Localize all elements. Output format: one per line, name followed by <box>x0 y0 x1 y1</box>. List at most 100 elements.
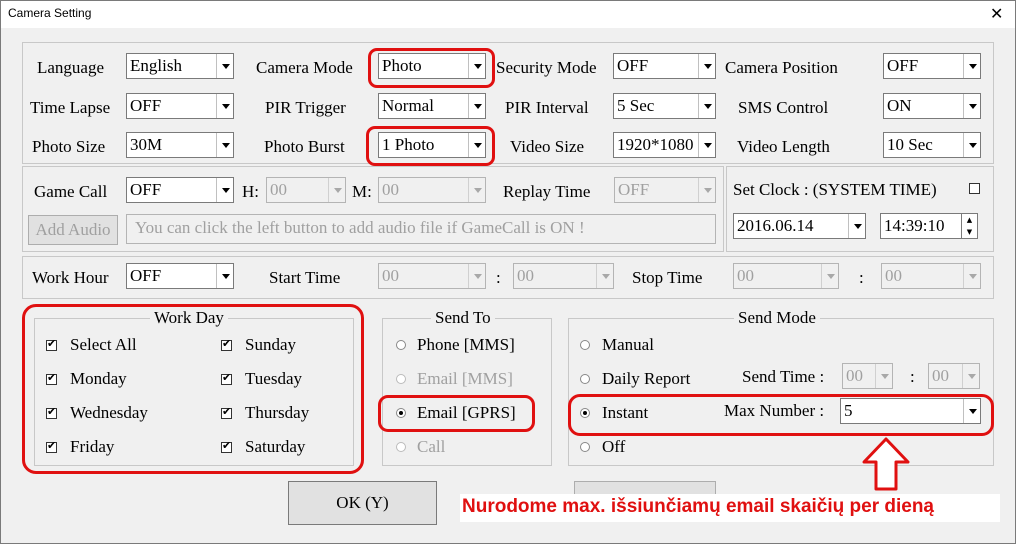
game-call-minute-label: M: <box>352 182 372 201</box>
system-time-checkbox[interactable] <box>969 183 980 194</box>
chevron-down-icon <box>698 178 715 202</box>
send-minute-value: 00 <box>932 366 949 385</box>
photo-burst-label: Photo Burst <box>264 137 345 156</box>
clock-time-value: 14:39:10 <box>884 216 945 235</box>
send-to-title: Send To <box>431 308 495 328</box>
chevron-down-icon <box>328 178 345 202</box>
chevron-down-icon <box>848 214 865 238</box>
chevron-down-icon <box>963 133 980 157</box>
chevron-down-icon <box>216 178 233 202</box>
set-clock-label: Set Clock : (SYSTEM TIME) <box>733 180 937 199</box>
video-length-label: Video Length <box>737 137 830 156</box>
phone-mms-label: Phone [MMS] <box>417 335 515 354</box>
chevron-down-icon <box>468 178 485 202</box>
audio-hint-text: You can click the left button to add aud… <box>135 218 585 237</box>
spin-up-icon[interactable]: ▲ <box>962 214 977 226</box>
email-gprs-highlight <box>378 395 535 432</box>
time-lapse-value: OFF <box>130 96 162 115</box>
send-minute-select[interactable]: 00 <box>928 363 980 389</box>
game-call-label: Game Call <box>34 182 108 201</box>
send-hour-select[interactable]: 00 <box>842 363 893 389</box>
stop-time-label: Stop Time <box>632 268 703 287</box>
manual-radio[interactable] <box>580 340 590 350</box>
stop-hour-select[interactable]: 00 <box>733 263 839 289</box>
chevron-down-icon <box>962 364 979 388</box>
chevron-down-icon <box>875 364 892 388</box>
time-lapse-label: Time Lapse <box>30 98 111 117</box>
chevron-down-icon <box>468 94 485 118</box>
game-call-hour-label: H: <box>242 182 259 201</box>
stop-minute-value: 00 <box>885 266 902 285</box>
chevron-down-icon <box>216 133 233 157</box>
start-hour-value: 00 <box>382 266 399 285</box>
game-call-hour-value: 00 <box>270 180 287 199</box>
spin-down-icon[interactable]: ▼ <box>962 226 977 238</box>
email-mms-radio[interactable] <box>396 374 406 384</box>
language-value: English <box>130 56 182 75</box>
instant-max-highlight <box>568 394 994 436</box>
camera-mode-highlight <box>368 48 495 88</box>
time-lapse-select[interactable]: OFF <box>126 93 234 119</box>
replay-time-select[interactable]: OFF <box>614 177 716 203</box>
pir-trigger-label: PIR Trigger <box>265 98 346 117</box>
video-size-label: Video Size <box>510 137 585 156</box>
pir-interval-value: 5 Sec <box>617 96 655 115</box>
chevron-down-icon <box>963 264 980 288</box>
send-time-label: Send Time : <box>742 367 825 386</box>
camera-position-label: Camera Position <box>725 58 838 77</box>
ok-button[interactable]: OK (Y) <box>288 481 437 525</box>
video-size-select[interactable]: 1920*1080 <box>613 132 716 158</box>
phone-mms-radio[interactable] <box>396 340 406 350</box>
camera-position-select[interactable]: OFF <box>883 53 981 79</box>
chevron-down-icon <box>216 54 233 78</box>
chevron-down-icon <box>698 133 715 157</box>
game-call-minute-select[interactable]: 00 <box>378 177 486 203</box>
chevron-down-icon <box>963 94 980 118</box>
sms-control-label: SMS Control <box>738 98 829 117</box>
game-call-minute-value: 00 <box>382 180 399 199</box>
chevron-down-icon <box>216 94 233 118</box>
sms-control-select[interactable]: ON <box>883 93 981 119</box>
off-radio[interactable] <box>580 442 590 452</box>
security-mode-value: OFF <box>617 56 649 75</box>
start-hour-select[interactable]: 00 <box>378 263 486 289</box>
clock-time-field[interactable]: 14:39:10 <box>880 213 962 239</box>
pir-interval-label: PIR Interval <box>505 98 589 117</box>
start-colon: : <box>496 268 501 287</box>
chevron-down-icon <box>216 264 233 288</box>
pir-trigger-select[interactable]: Normal <box>378 93 486 119</box>
camera-position-value: OFF <box>887 56 919 75</box>
video-size-value: 1920*1080 <box>617 135 694 154</box>
call-radio[interactable] <box>396 442 406 452</box>
clock-time-spinner[interactable]: ▲ ▼ <box>962 213 978 239</box>
chevron-down-icon <box>963 54 980 78</box>
security-mode-select[interactable]: OFF <box>613 53 716 79</box>
arrow-up-icon <box>862 437 910 491</box>
language-label: Language <box>37 58 105 77</box>
video-length-select[interactable]: 10 Sec <box>883 132 981 158</box>
game-call-hour-select[interactable]: 00 <box>266 177 346 203</box>
send-mode-title: Send Mode <box>734 308 820 328</box>
game-call-select[interactable]: OFF <box>126 177 234 203</box>
work-day-highlight <box>22 304 364 474</box>
work-hour-select[interactable]: OFF <box>126 263 234 289</box>
pir-interval-select[interactable]: 5 Sec <box>613 93 716 119</box>
daily-report-radio[interactable] <box>580 374 590 384</box>
stop-colon: : <box>859 268 864 287</box>
photo-size-select[interactable]: 30M <box>126 132 234 158</box>
language-select[interactable]: English <box>126 53 234 79</box>
start-minute-value: 00 <box>517 266 534 285</box>
call-label: Call <box>417 437 446 456</box>
off-label: Off <box>602 437 626 456</box>
video-length-value: 10 Sec <box>887 135 933 154</box>
start-minute-select[interactable]: 00 <box>513 263 614 289</box>
sms-control-value: ON <box>887 96 912 115</box>
camera-mode-label: Camera Mode <box>256 58 353 77</box>
clock-panel <box>726 166 994 252</box>
photo-size-value: 30M <box>130 135 163 154</box>
add-audio-button[interactable]: Add Audio <box>28 215 118 245</box>
stop-minute-select[interactable]: 00 <box>881 263 981 289</box>
clock-date-picker[interactable]: 2016.06.14 <box>733 213 866 239</box>
work-hour-value: OFF <box>130 266 162 285</box>
chevron-down-icon <box>698 54 715 78</box>
